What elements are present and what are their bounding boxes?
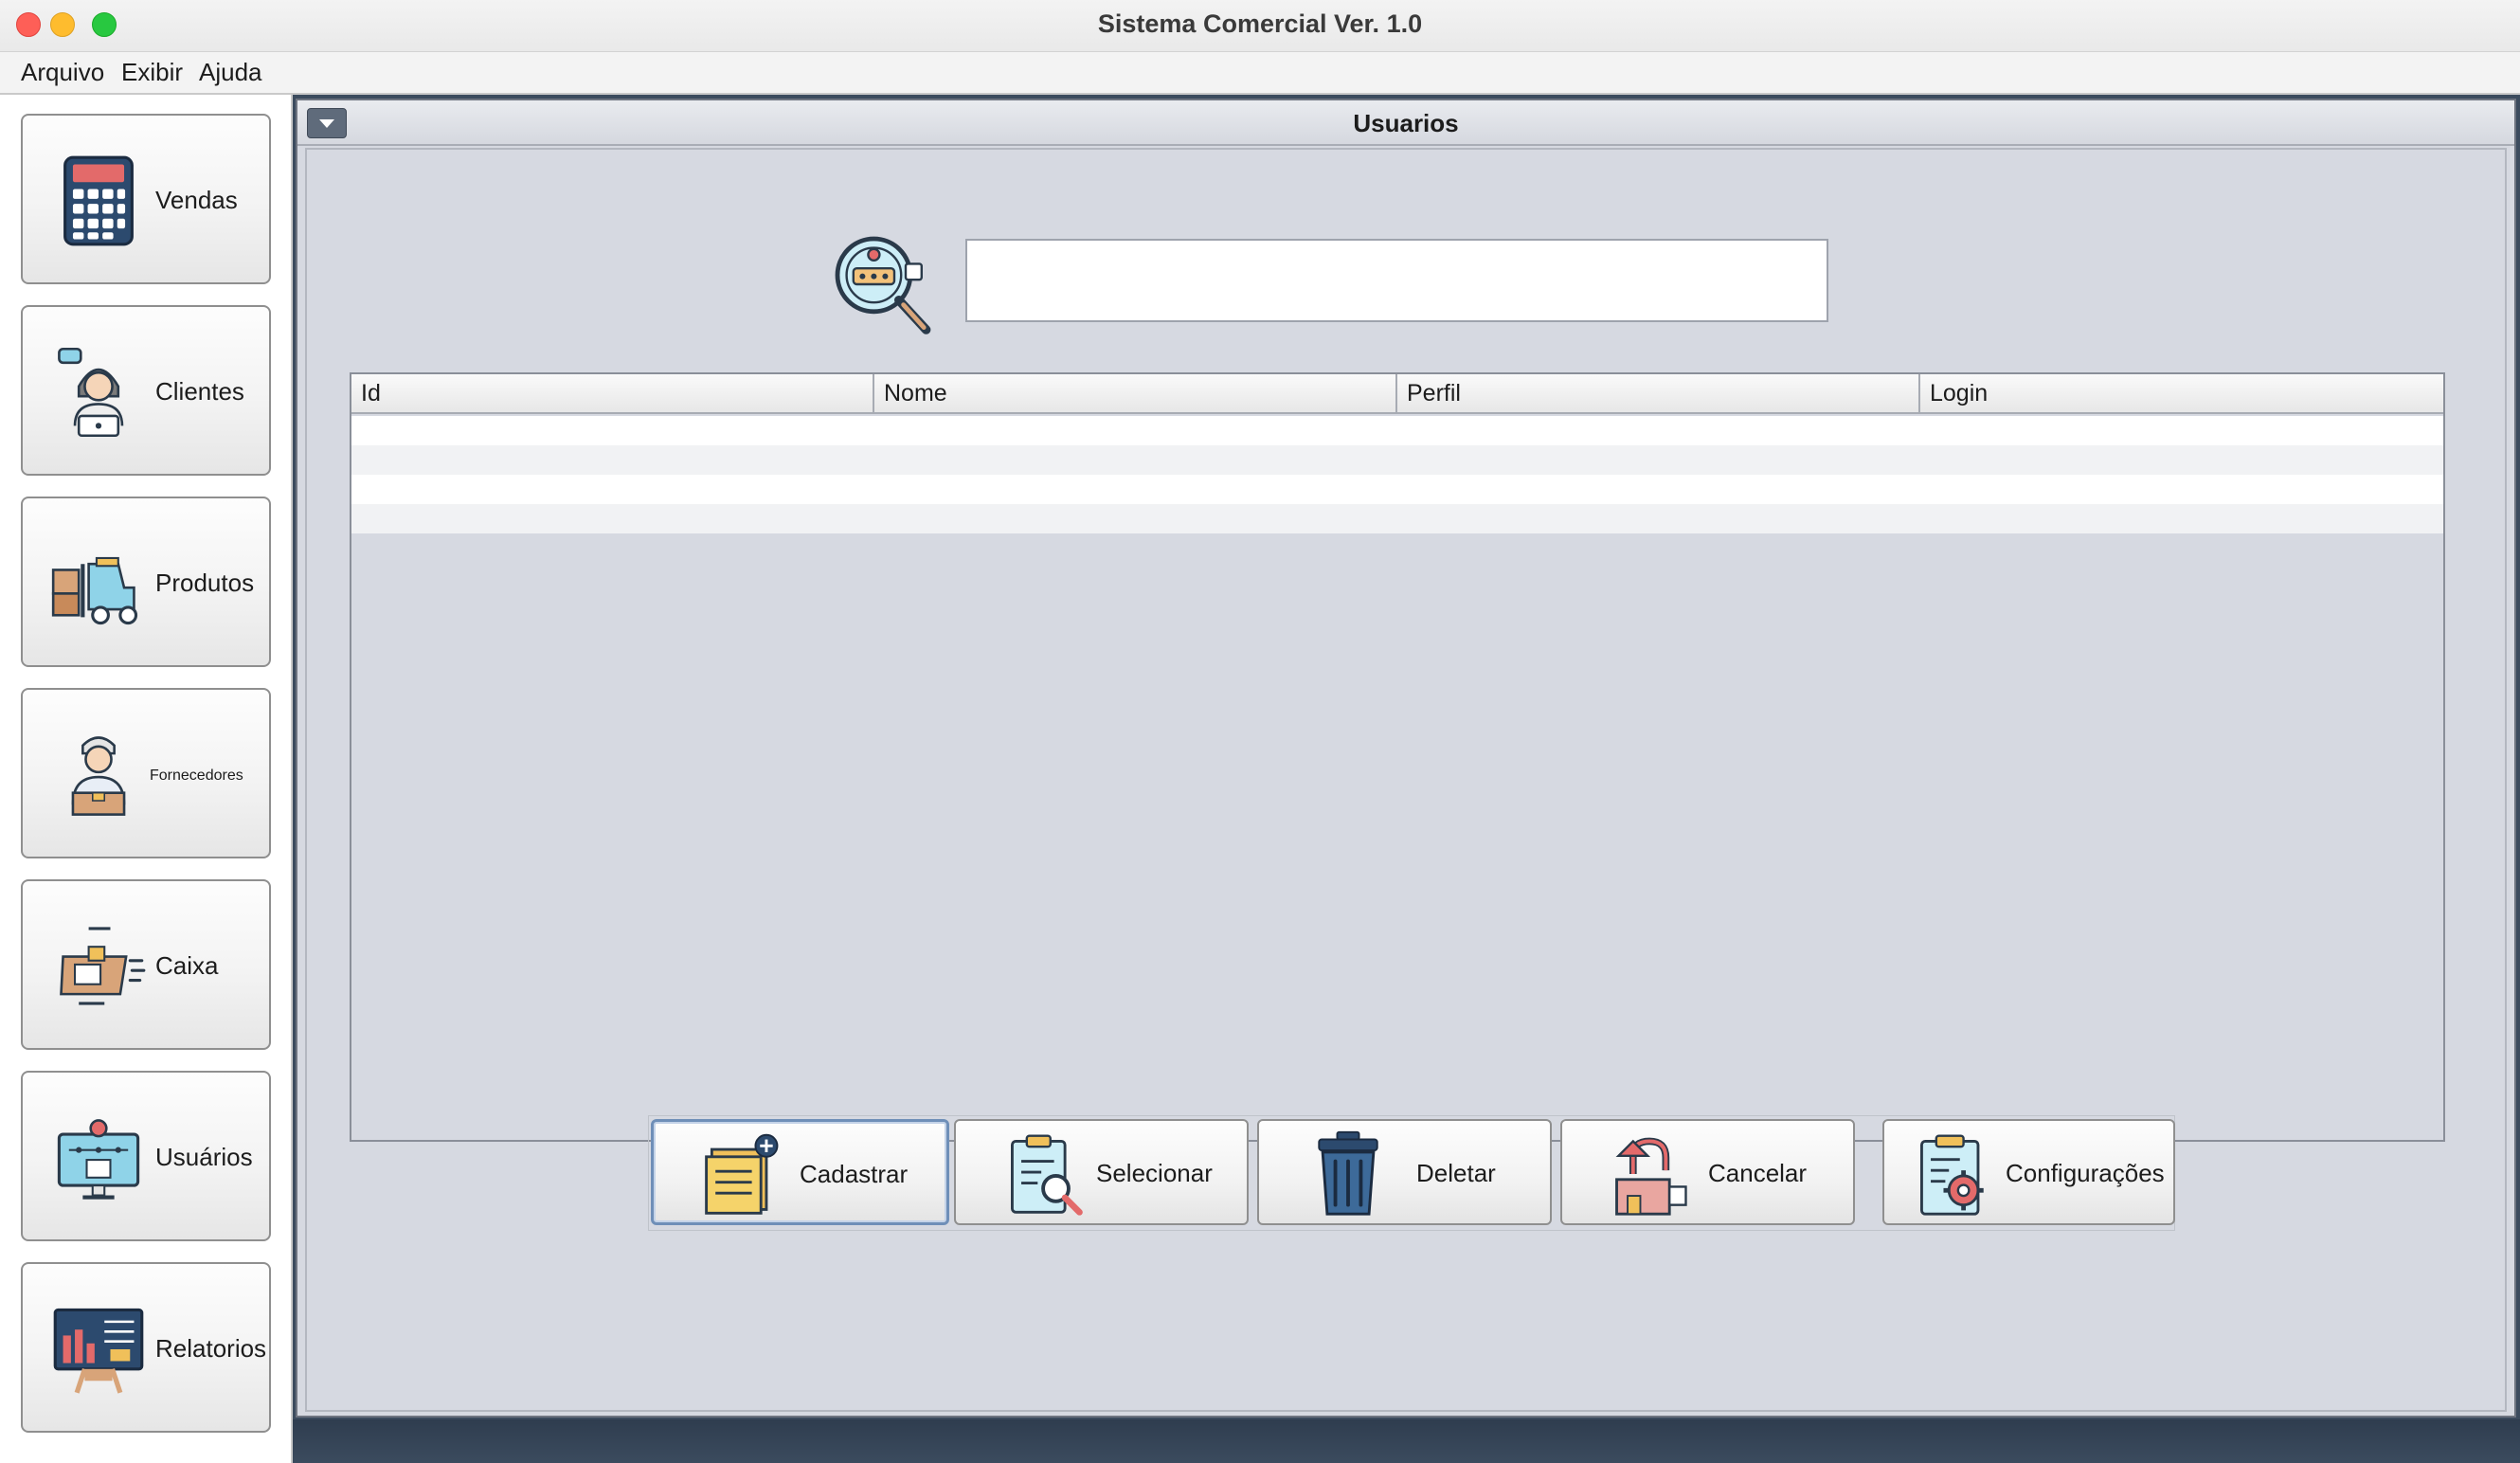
trash-can-icon bbox=[1318, 1130, 1378, 1216]
sidebar-item-relatorios[interactable]: Relatorios bbox=[21, 1262, 271, 1433]
clipboard-gear-icon bbox=[1919, 1134, 1984, 1216]
sidebar-item-vendas[interactable]: Vendas bbox=[21, 114, 271, 284]
deletar-button[interactable]: Deletar bbox=[1257, 1119, 1552, 1225]
sidebar-item-label: Usuários bbox=[155, 1143, 253, 1171]
column-header-id[interactable]: Id bbox=[351, 374, 874, 414]
cancelar-label: Cancelar bbox=[1708, 1159, 1808, 1187]
frame-content: Id Nome Perfil Login Cadastrar Seleciona… bbox=[305, 148, 2507, 1412]
deletar-label: Deletar bbox=[1416, 1159, 1496, 1187]
forklift-icon bbox=[51, 556, 138, 625]
cash-register-icon bbox=[60, 927, 146, 1005]
configuracoes-label: Configurações bbox=[2006, 1159, 2165, 1187]
sidebar-item-label: Vendas bbox=[155, 186, 238, 214]
calculator-icon bbox=[63, 155, 134, 246]
search-input[interactable] bbox=[965, 239, 1828, 322]
menu-bar: Arquivo Exibir Ajuda bbox=[0, 52, 2520, 95]
menu-exibir[interactable]: Exibir bbox=[121, 58, 183, 87]
delivery-man-icon bbox=[71, 736, 126, 816]
action-button-bar: Cadastrar Selecionar Deletar Cancelar Co… bbox=[648, 1115, 2175, 1231]
sidebar-item-clientes[interactable]: Clientes bbox=[21, 305, 271, 476]
cadastrar-label: Cadastrar bbox=[800, 1160, 909, 1188]
clipboard-search-icon bbox=[1011, 1134, 1083, 1216]
sidebar-item-produtos[interactable]: Produtos bbox=[21, 497, 271, 667]
cadastrar-button[interactable]: Cadastrar bbox=[651, 1119, 949, 1225]
sidebar-item-label: Clientes bbox=[155, 377, 244, 406]
column-header-perfil[interactable]: Perfil bbox=[1397, 374, 1920, 414]
search-magnifier-icon bbox=[835, 236, 931, 334]
configuracoes-button[interactable]: Configurações bbox=[1882, 1119, 2175, 1225]
customer-support-icon bbox=[58, 347, 124, 438]
column-header-login[interactable]: Login bbox=[1920, 374, 2443, 414]
table-row[interactable] bbox=[351, 475, 2443, 504]
table-header: Id Nome Perfil Login bbox=[351, 374, 2443, 414]
internal-frame-title: Usuarios bbox=[1353, 109, 1459, 137]
window-title: Sistema Comercial Ver. 1.0 bbox=[1097, 9, 1423, 38]
sidebar-item-label: Caixa bbox=[155, 951, 219, 980]
menu-ajuda[interactable]: Ajuda bbox=[199, 58, 262, 87]
add-note-icon bbox=[705, 1133, 779, 1215]
return-box-icon bbox=[1615, 1137, 1687, 1216]
sidebar-item-label: Relatorios bbox=[155, 1334, 267, 1363]
desktop-pane: Usuarios Id Nome Perfil Login Cadastrar … bbox=[293, 95, 2520, 1463]
selecionar-label: Selecionar bbox=[1096, 1159, 1213, 1187]
sidebar-item-usuarios[interactable]: Usuários bbox=[21, 1071, 271, 1241]
desktop-bottom-strip bbox=[293, 1419, 2520, 1463]
user-monitor-icon bbox=[57, 1119, 140, 1200]
presentation-chart-icon bbox=[53, 1308, 144, 1394]
internal-frame-title-bar: Usuarios bbox=[297, 100, 2514, 146]
table-row[interactable] bbox=[351, 445, 2443, 475]
sidebar: Vendas Clientes Produtos Fornecedores Ca… bbox=[0, 95, 293, 1463]
cancelar-button[interactable]: Cancelar bbox=[1560, 1119, 1855, 1225]
column-header-nome[interactable]: Nome bbox=[874, 374, 1397, 414]
sidebar-item-fornecedores[interactable]: Fornecedores bbox=[21, 688, 271, 858]
table-row[interactable] bbox=[351, 416, 2443, 445]
sidebar-item-caixa[interactable]: Caixa bbox=[21, 879, 271, 1050]
title-bar: Sistema Comercial Ver. 1.0 bbox=[0, 0, 2520, 52]
usuarios-table[interactable]: Id Nome Perfil Login bbox=[350, 372, 2445, 1142]
table-row[interactable] bbox=[351, 504, 2443, 533]
sidebar-item-label: Fornecedores bbox=[150, 768, 243, 784]
usuarios-internal-frame: Usuarios Id Nome Perfil Login Cadastrar … bbox=[296, 99, 2516, 1418]
menu-arquivo[interactable]: Arquivo bbox=[21, 58, 104, 87]
selecionar-button[interactable]: Selecionar bbox=[954, 1119, 1249, 1225]
sidebar-item-label: Produtos bbox=[155, 569, 255, 597]
